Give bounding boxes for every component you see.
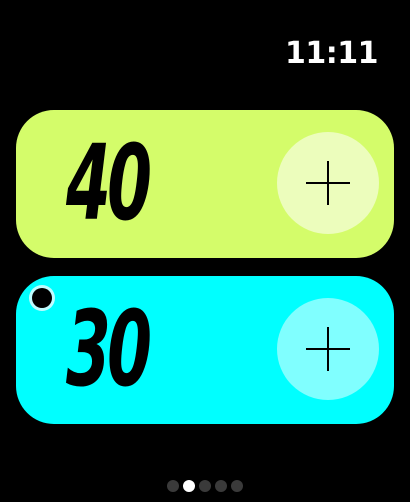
page-indicator[interactable]	[0, 480, 410, 492]
status-time: 11:11	[285, 36, 379, 71]
plus-icon	[306, 161, 350, 205]
serve-indicator	[32, 288, 52, 308]
page-dot	[167, 480, 179, 492]
plus-icon	[306, 327, 350, 371]
home-add-point-button[interactable]	[277, 132, 379, 234]
page-dot	[199, 480, 211, 492]
page-dot	[231, 480, 243, 492]
home-score-card[interactable]: 40	[16, 110, 394, 258]
away-score-card[interactable]: 30	[16, 276, 394, 424]
home-score-value: 40	[66, 122, 152, 244]
away-score-value: 30	[66, 288, 152, 410]
page-dot-active	[183, 480, 195, 492]
page-dot	[215, 480, 227, 492]
away-add-point-button[interactable]	[277, 298, 379, 400]
